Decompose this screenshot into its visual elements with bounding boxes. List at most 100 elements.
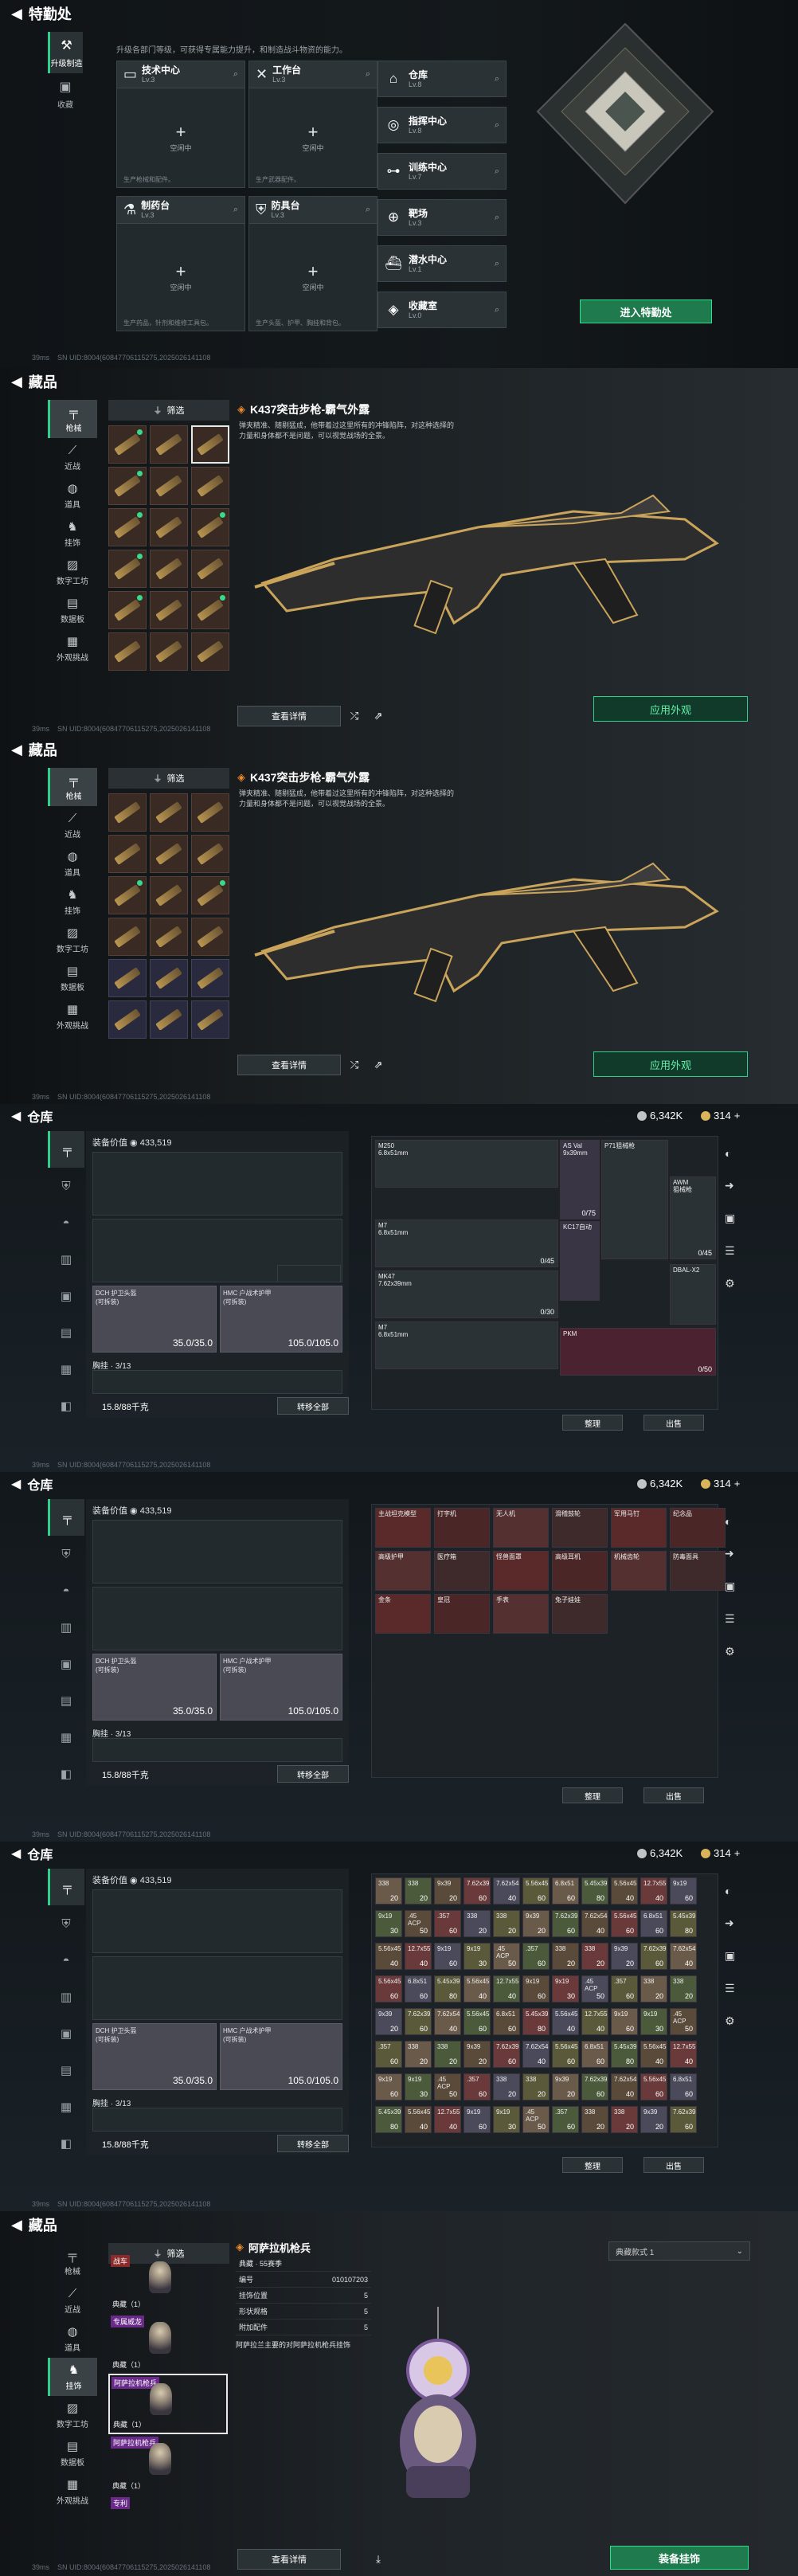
stash-item[interactable]: 无人机 (493, 1508, 549, 1548)
skin-item[interactable] (150, 835, 188, 873)
skin-item[interactable] (150, 632, 188, 671)
nav-databoard[interactable]: ▤ 数据板 (48, 959, 97, 997)
stash-item[interactable]: 纪念品 (670, 1508, 726, 1548)
skin-item[interactable] (191, 467, 229, 505)
skin-item[interactable] (108, 876, 147, 914)
skin-item[interactable] (191, 835, 229, 873)
arrow-icon[interactable]: ➜ (725, 1547, 741, 1560)
stack-icon[interactable]: ☰ (725, 1612, 741, 1626)
skin-item[interactable] (150, 425, 188, 464)
ammo-item[interactable]: .357 60 (522, 1943, 550, 1970)
nav-box-icon[interactable]: ▦ (48, 2089, 84, 2125)
ammo-item[interactable]: 12.7x55 40 (405, 1943, 432, 1970)
nav-workshop[interactable]: ▨ 数字工坊 (48, 2396, 97, 2434)
ammo-item[interactable]: 12.7x55 40 (493, 1975, 520, 2002)
stash-item[interactable]: 皇冠 (434, 1594, 490, 1634)
ammo-item[interactable]: 338 20 (522, 2073, 550, 2100)
skin-item[interactable] (191, 918, 229, 956)
nav-charms[interactable]: ♞ 挂饰 (48, 883, 97, 921)
skin-item[interactable] (150, 959, 188, 997)
ammo-item[interactable]: 7.62x54 40 (581, 1910, 608, 1937)
coupon-display[interactable]: 314 + (701, 1110, 740, 1122)
ammo-item[interactable]: 5.45x39 80 (375, 2106, 402, 2133)
ammo-item[interactable]: 9x19 60 (522, 1975, 550, 2002)
apply-skin-button[interactable]: 应用外观 (593, 1051, 748, 1077)
plus-icon[interactable]: + (308, 123, 319, 141)
ammo-item[interactable]: 9x19 60 (611, 2008, 638, 2035)
search-icon[interactable]: ⌕ (366, 69, 370, 80)
ammo-item[interactable]: 7.62x39 60 (493, 2041, 520, 2068)
ammo-item[interactable]: 9x39 20 (640, 2106, 667, 2133)
storage-icon[interactable]: ▣ (725, 1949, 741, 1963)
search-icon[interactable]: ⌕ (233, 69, 238, 80)
nav-melee[interactable]: ⟋ 近战 (48, 2281, 97, 2320)
armor-slot[interactable]: HMC 户战术护甲 (可拆装) 105.0/105.0 (220, 1654, 342, 1721)
stash-item[interactable]: 手表 (493, 1594, 549, 1634)
nav-weapons-icon[interactable]: ╤ (48, 1869, 84, 1905)
ammo-item[interactable]: 338 20 (670, 1975, 697, 2002)
share-icon[interactable]: ⇗ (368, 706, 389, 726)
stash-item[interactable]: AS Val 9x39mm 0/75 (560, 1140, 600, 1219)
ammo-item[interactable]: 6.8x51 60 (640, 1910, 667, 1937)
skin-item[interactable] (191, 632, 229, 671)
ammo-item[interactable]: 5.45x39 80 (522, 2008, 550, 2035)
nav-databoard[interactable]: ▤ 数据板 (48, 591, 97, 629)
storage-icon[interactable]: ▣ (725, 1580, 741, 1593)
ammo-item[interactable]: 5.56x45 60 (522, 1877, 550, 1905)
nav-rig-icon[interactable]: ▥ (48, 1609, 84, 1646)
skin-item[interactable] (191, 591, 229, 629)
ammo-item[interactable]: 7.62x54 40 (493, 1877, 520, 1905)
ammo-item[interactable]: 9x39 20 (434, 1877, 461, 1905)
ammo-item[interactable]: 338 20 (464, 1910, 491, 1937)
nav-helmet-icon[interactable]: ◓ (48, 1942, 84, 1979)
ammo-item[interactable]: 7.62x54 40 (522, 2041, 550, 2068)
nav-workshop[interactable]: ▨ 数字工坊 (48, 553, 97, 591)
ammo-item[interactable]: 338 20 (611, 2106, 638, 2133)
transfer-all-button[interactable]: 转移全部 (277, 1765, 349, 1783)
skin-item[interactable] (191, 876, 229, 914)
nav-bag-icon[interactable]: ▣ (48, 1278, 84, 1314)
backpack-slot[interactable] (92, 1738, 342, 1762)
nav-rig-icon[interactable]: ▥ (48, 1241, 84, 1278)
nav-box-icon[interactable]: ▦ (48, 1719, 84, 1756)
skin-item-selected[interactable] (191, 425, 229, 464)
stash-item[interactable]: 打字机 (434, 1508, 490, 1548)
charm-item[interactable]: 战车 典藏（1） (108, 2253, 228, 2313)
nav-box-icon[interactable]: ▦ (48, 1351, 84, 1388)
ammo-item[interactable]: 6.8x51 60 (670, 2073, 697, 2100)
charm-item[interactable]: 阿萨拉机枪兵 典藏（1） (108, 2434, 228, 2495)
settings-icon[interactable]: ⚙ (725, 2014, 741, 2028)
stack-icon[interactable]: ☰ (725, 1982, 741, 1995)
skin-item[interactable] (150, 1000, 188, 1039)
sort-button[interactable]: 整理 (562, 2157, 623, 2173)
ammo-item[interactable]: 5.56x45 40 (611, 1877, 638, 1905)
storage-icon[interactable]: ▣ (725, 1212, 741, 1225)
nav-armor-icon[interactable]: ⛨ (48, 1168, 84, 1204)
ammo-item[interactable]: 9x19 30 (493, 2106, 520, 2133)
ammo-item[interactable]: .357 60 (611, 1975, 638, 2002)
skin-item[interactable] (108, 591, 147, 629)
search-icon[interactable]: ⌕ (495, 166, 499, 177)
charm-item[interactable]: 专属威龙 典藏（1） (108, 2313, 228, 2374)
stash-item[interactable]: DBAL-X2 (670, 1264, 716, 1325)
ammo-item[interactable]: 5.56x45 60 (640, 2073, 667, 2100)
nav-bag-icon[interactable]: ▣ (48, 1646, 84, 1682)
helmet-slot[interactable]: DCH 护卫头盔 (可拆装) 35.0/35.0 (92, 1286, 217, 1353)
ammo-item[interactable]: 12.7x55 40 (434, 2106, 461, 2133)
ammo-item[interactable]: 9x19 60 (375, 2073, 402, 2100)
settings-icon[interactable]: ⚙ (725, 1645, 741, 1658)
search-icon[interactable]: ⌕ (495, 259, 499, 269)
nav-misc-icon[interactable]: ◧ (48, 1756, 84, 1792)
stash-item[interactable]: 防毒面具 (670, 1551, 726, 1591)
settings-icon[interactable]: ⚙ (725, 1277, 741, 1290)
armor-slot[interactable]: HMC 户战术护甲 (可拆装) 105.0/105.0 (220, 2023, 342, 2090)
ammo-item[interactable]: 5.45x39 80 (581, 1877, 608, 1905)
ammo-item[interactable]: .45 ACP 50 (522, 2106, 550, 2133)
nav-charms[interactable]: ♞ 挂饰 (48, 2358, 97, 2396)
search-icon[interactable]: ⌕ (495, 74, 499, 84)
stash-item[interactable]: 医疗箱 (434, 1551, 490, 1591)
stash-item[interactable]: AWM 狙械枪 0/45 (670, 1176, 716, 1259)
sell-button[interactable]: 出售 (643, 1787, 704, 1803)
charm-item[interactable]: 专利 (108, 2495, 228, 2527)
primary-weapon-slot[interactable] (92, 1152, 342, 1216)
